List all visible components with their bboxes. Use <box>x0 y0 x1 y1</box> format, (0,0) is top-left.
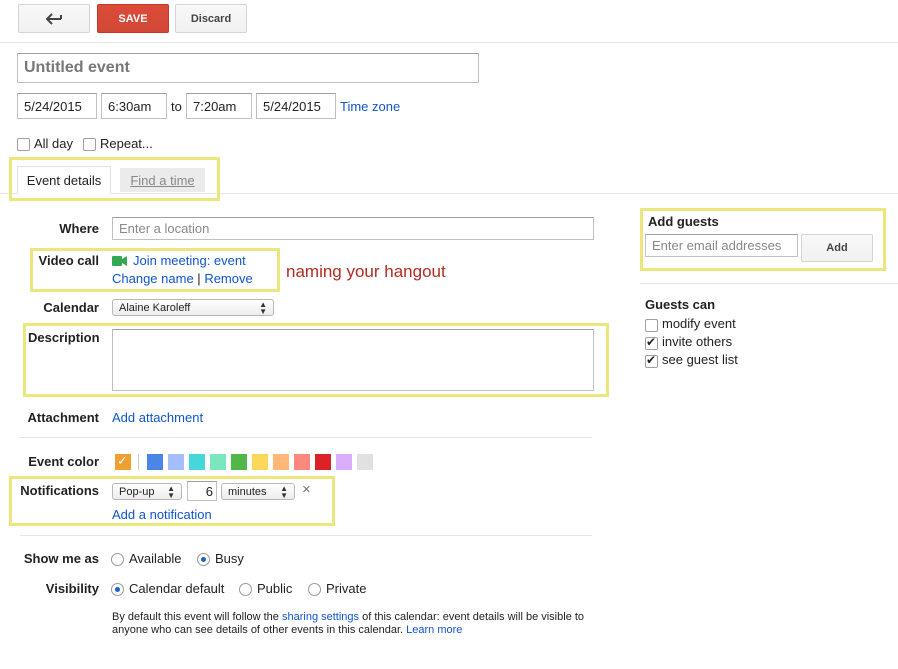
modify-event-checkbox[interactable] <box>645 319 658 332</box>
section-divider-1 <box>20 437 592 438</box>
color-swatch[interactable] <box>336 454 352 470</box>
start-time-input[interactable]: 6:30am <box>101 93 167 119</box>
private-label: Private <box>326 581 367 596</box>
event-color-label: Event color <box>28 454 99 469</box>
where-label: Where <box>59 221 99 236</box>
busy-label: Busy <box>215 551 244 566</box>
invite-others-label: invite others <box>662 334 733 349</box>
color-swatch[interactable] <box>357 454 373 470</box>
all-day-label: All day <box>34 136 74 151</box>
color-swatch[interactable] <box>315 454 331 470</box>
public-radio[interactable] <box>239 583 252 596</box>
time-zone-link[interactable]: Time zone <box>340 99 400 114</box>
calendar-label: Calendar <box>43 300 99 315</box>
color-swatch[interactable] <box>168 454 184 470</box>
end-time-input[interactable]: 7:20am <box>186 93 252 119</box>
where-placeholder: Enter a location <box>119 221 210 236</box>
where-input[interactable]: Enter a location <box>112 217 594 240</box>
select-arrows-icon: ▲ ▼ <box>259 299 267 316</box>
visibility-footnote: By default this event will follow the sh… <box>112 611 584 637</box>
invite-others-checkbox[interactable] <box>645 335 658 350</box>
section-divider-2 <box>20 535 592 536</box>
color-swatch[interactable] <box>273 454 289 470</box>
back-button[interactable] <box>18 4 90 33</box>
event-title-input[interactable]: Untitled event <box>17 53 479 83</box>
busy-radio[interactable] <box>197 553 210 566</box>
guests-can-label: Guests can <box>645 297 716 312</box>
add-guests-highlight <box>640 208 886 271</box>
public-label: Public <box>257 581 293 596</box>
description-highlight <box>23 323 609 397</box>
learn-more-link[interactable]: Learn more <box>406 624 462 636</box>
color-swatch[interactable] <box>231 454 247 470</box>
guests-divider <box>640 283 898 284</box>
event-title-placeholder: Untitled event <box>24 59 130 76</box>
add-attachment-link[interactable]: Add attachment <box>112 410 203 425</box>
available-label: Available <box>129 551 182 566</box>
private-radio[interactable] <box>308 583 321 596</box>
save-button[interactable]: SAVE <box>97 4 169 33</box>
repeat-checkbox[interactable] <box>83 138 96 151</box>
all-day-checkbox[interactable] <box>17 138 30 151</box>
video-call-highlight <box>30 248 280 292</box>
color-swatch-selected[interactable]: ✓ <box>115 453 131 470</box>
check-icon: ✓ <box>117 453 128 468</box>
calendar-default-label: Calendar default <box>129 581 225 596</box>
color-swatch[interactable] <box>147 454 163 470</box>
available-radio[interactable] <box>111 553 124 566</box>
modify-event-label: modify event <box>662 316 736 331</box>
visibility-label: Visibility <box>45 581 99 596</box>
color-swatch[interactable] <box>294 454 310 470</box>
footnote-text-1: By default this event will follow the <box>112 611 282 623</box>
color-swatch[interactable] <box>189 454 205 470</box>
discard-button[interactable]: Discard <box>175 4 247 33</box>
sharing-settings-link[interactable]: sharing settings <box>282 611 359 623</box>
calendar-value: Alaine Karoleff <box>119 301 191 314</box>
footnote-text-2: of this calendar: event details will be … <box>359 611 585 623</box>
start-date-input[interactable]: 5/24/2015 <box>17 93 97 119</box>
color-swatch[interactable] <box>210 454 226 470</box>
toolbar-divider <box>0 42 898 43</box>
attachment-label: Attachment <box>27 410 99 425</box>
calendar-select[interactable]: Alaine Karoleff ▲ ▼ <box>112 299 274 316</box>
see-guest-list-checkbox[interactable] <box>645 353 658 368</box>
show-me-as-label: Show me as <box>23 551 99 566</box>
see-guest-list-label: see guest list <box>662 352 738 367</box>
notifications-highlight <box>9 476 335 526</box>
tabs-highlight <box>9 157 220 201</box>
calendar-default-radio[interactable] <box>111 583 124 596</box>
color-swatch[interactable] <box>252 454 268 470</box>
back-arrow-icon <box>46 12 62 25</box>
end-date-input[interactable]: 5/24/2015 <box>256 93 336 119</box>
repeat-label: Repeat... <box>100 136 153 151</box>
to-label: to <box>171 99 182 114</box>
hangout-annotation: naming your hangout <box>286 262 446 281</box>
color-separator <box>138 454 139 470</box>
footnote-text-3: anyone who can see details of other even… <box>112 624 404 636</box>
